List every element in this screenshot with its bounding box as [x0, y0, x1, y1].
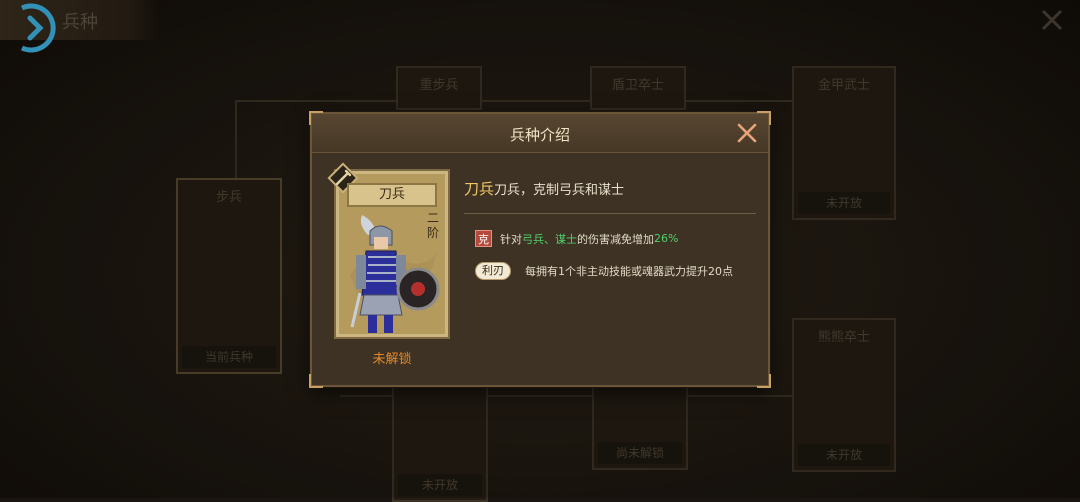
trait-value: 26%	[654, 232, 679, 245]
sharp-blade-tag: 利刃	[475, 262, 511, 280]
description-unit-name: 刀兵	[464, 180, 495, 198]
unit-card: 刀兵 二阶	[327, 162, 450, 339]
description-text: 刀兵，克制弓兵和谋士	[494, 183, 625, 198]
unit-description: 刀兵刀兵，克制弓兵和谋士	[464, 178, 624, 199]
unlock-status: 未解锁	[372, 352, 412, 367]
unit-info-dialog: 兵种介绍 刀兵 二阶 未解锁 刀兵刀兵，克制弓兵和谋士 克 针对 弓兵、谋士 的…	[309, 111, 771, 388]
trait-target: 弓兵、谋士	[522, 232, 577, 246]
corner-ornament	[309, 374, 323, 388]
trait-prefix: 针对	[500, 232, 522, 246]
counter-tag: 克	[475, 230, 492, 247]
divider	[464, 213, 756, 214]
trait-counter: 克 针对 弓兵、谋士 的伤害减免增加 26%	[475, 230, 678, 247]
dialog-titlebar: 兵种介绍	[312, 114, 768, 153]
dialog-title: 兵种介绍	[509, 126, 570, 144]
close-icon[interactable]	[736, 122, 758, 144]
soldier-portrait	[350, 215, 440, 333]
trait-text: 每拥有1个非主动技能或魂器武力提升20点	[525, 265, 733, 278]
unit-name-plate: 刀兵	[347, 183, 437, 207]
trait-middle: 的伤害减免增加	[577, 232, 654, 246]
trait-sharp-blade: 利刃 每拥有1个非主动技能或魂器武力提升20点	[475, 262, 733, 280]
corner-ornament	[757, 374, 771, 388]
